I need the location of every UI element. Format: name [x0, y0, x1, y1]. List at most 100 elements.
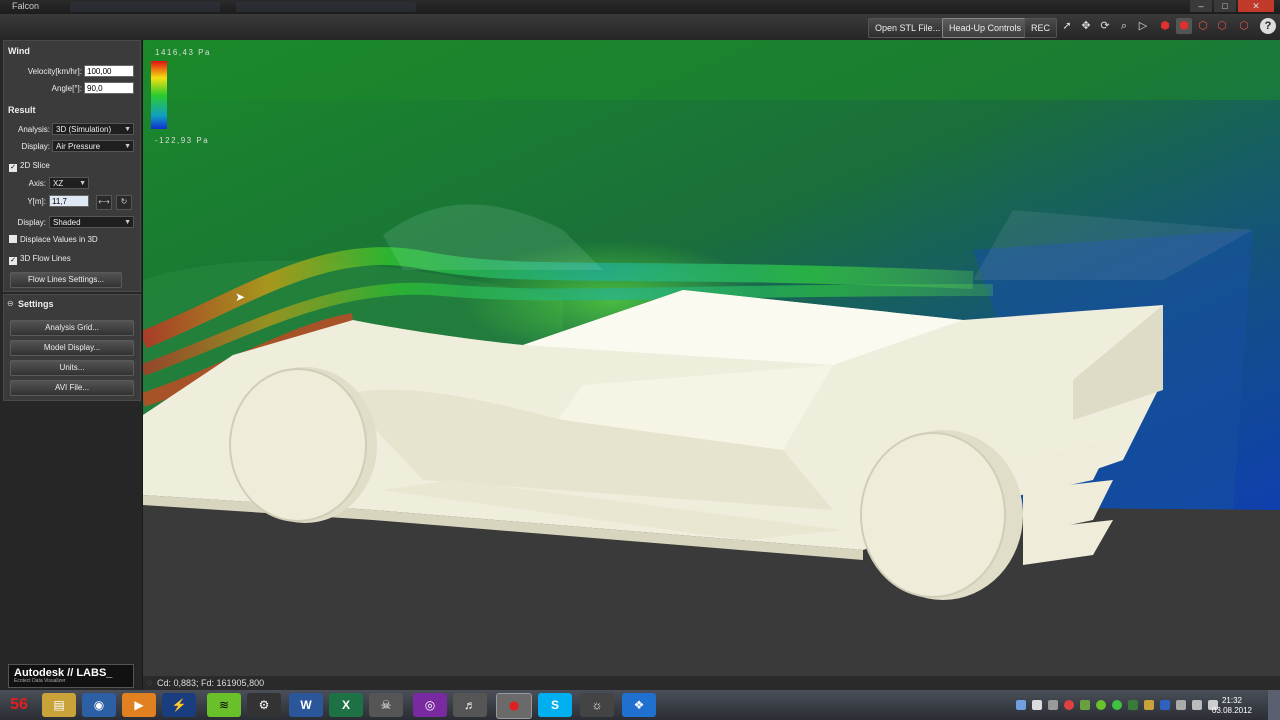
wind-section-title: Wind — [8, 46, 30, 56]
system-clock[interactable]: 21:32 03.08.2012 — [1212, 696, 1252, 716]
spotify-icon[interactable]: ≋ — [207, 693, 241, 717]
slider-icon[interactable]: ⟷ — [96, 195, 112, 210]
tray-icon[interactable] — [1096, 700, 1106, 710]
show-desktop-button[interactable] — [1268, 690, 1280, 720]
select-arrow-icon[interactable]: ➚ — [1059, 18, 1075, 34]
checkbox-empty-icon — [9, 235, 17, 243]
display2-select[interactable]: Shaded ▼ — [49, 216, 134, 228]
dashboard-icon[interactable]: ⚡ — [162, 693, 196, 717]
chevron-down-icon: ▼ — [124, 219, 131, 226]
falcon-icon[interactable]: ⬢ — [496, 693, 532, 719]
start-logo-icon[interactable]: 56 — [2, 693, 36, 717]
drag-coefficient-status: Cd: 0,883; Fd: 161905,800 — [157, 678, 265, 688]
tray-icon[interactable] — [1064, 700, 1074, 710]
displace-label: Displace Values in 3D — [20, 235, 98, 244]
open-stl-button[interactable]: Open STL File... — [868, 18, 948, 38]
axis-value: XZ — [53, 179, 64, 188]
displace-checkbox[interactable]: Displace Values in 3D — [9, 235, 98, 244]
tray-icon[interactable] — [1144, 700, 1154, 710]
zoom-icon[interactable]: ⌕ — [1116, 18, 1132, 34]
settings-section-title: Settings — [18, 299, 54, 309]
flowlines-checkbox[interactable]: ✓ 3D Flow Lines — [9, 254, 71, 265]
tray-icon[interactable] — [1128, 700, 1138, 710]
play-icon[interactable]: ▷ — [1135, 18, 1151, 34]
main-toolbar: Open STL File... Head-Up Controls REC ➚ … — [0, 14, 1280, 41]
autodesk-labs-logo: Autodesk // LABS_ Ecotect Data Visualize… — [8, 664, 134, 688]
cube-front-icon[interactable]: ⬡ — [1195, 18, 1211, 34]
left-sidebar: Wind Velocity[km/hr]: 100,00 Angle[°]: 9… — [0, 40, 142, 690]
flowlines-settings-button[interactable]: Flow Lines Settings... — [10, 272, 122, 288]
check-icon: ✓ — [9, 257, 17, 265]
status-bar: ◌ Cd: 0,883; Fd: 161905,800 — [143, 676, 1280, 690]
steam-alt-icon[interactable]: ☼ — [580, 693, 614, 717]
window-controls: – □ ✕ — [1190, 0, 1274, 12]
result-section-title: Result — [8, 105, 36, 115]
tray-icon[interactable] — [1080, 700, 1090, 710]
display-label: Display: — [21, 142, 50, 151]
rec-button[interactable]: REC — [1024, 18, 1058, 38]
analysis-select[interactable]: 3D (Simulation) ▼ — [52, 123, 134, 135]
excel-icon[interactable]: X — [329, 693, 363, 717]
velocity-label: Velocity[km/hr]: — [27, 67, 82, 76]
network-icon[interactable] — [1192, 700, 1202, 710]
analysis-panel: Wind Velocity[km/hr]: 100,00 Angle[°]: 9… — [3, 40, 141, 292]
steam-icon[interactable]: ⚙ — [247, 693, 281, 717]
axis-select[interactable]: XZ ▼ — [49, 177, 89, 189]
background-window-tab — [70, 2, 220, 12]
flag-icon[interactable] — [1176, 700, 1186, 710]
model-display-button[interactable]: Model Display... — [10, 340, 134, 356]
game-icon[interactable]: ☠ — [369, 693, 403, 717]
close-icon[interactable]: ✕ — [1238, 0, 1274, 12]
maximize-icon[interactable]: □ — [1214, 0, 1236, 12]
cube-red-icon[interactable]: ⬢ — [1157, 18, 1173, 34]
analysis-label: Analysis: — [17, 125, 50, 134]
cube-side-icon[interactable]: ⬡ — [1214, 18, 1230, 34]
cube-red-active-icon[interactable]: ⬢ — [1176, 18, 1192, 34]
status-icon: ◌ — [147, 678, 152, 687]
clock-time: 21:32 — [1221, 696, 1242, 705]
display-select[interactable]: Air Pressure ▼ — [52, 140, 134, 152]
angle-field[interactable]: 90,0 — [84, 82, 134, 94]
velocity-field[interactable]: 100,00 — [84, 65, 134, 77]
window-title: Falcon — [12, 1, 40, 11]
skype-icon[interactable]: S — [538, 693, 572, 717]
y-field[interactable]: 11,7 — [49, 195, 89, 207]
tor-icon[interactable]: ◎ — [413, 693, 447, 717]
tray-icon[interactable] — [1032, 700, 1042, 710]
winamp-icon[interactable]: ♬ — [453, 693, 487, 717]
minimize-icon[interactable]: – — [1190, 0, 1212, 12]
avi-file-button[interactable]: AVI File... — [10, 380, 134, 396]
firefox-icon[interactable]: ◉ — [82, 693, 116, 717]
analysis-grid-button[interactable]: Analysis Grid... — [10, 320, 134, 336]
word-icon[interactable]: W — [289, 693, 323, 717]
dropbox-icon[interactable]: ❖ — [622, 693, 656, 717]
headup-controls-button[interactable]: Head-Up Controls — [942, 18, 1029, 38]
units-button[interactable]: Units... — [10, 360, 134, 376]
legend-min-label: -122,93 Pa — [155, 136, 210, 145]
cube-iso-icon[interactable]: ⬡ — [1236, 18, 1252, 34]
display2-label: Display: — [17, 218, 46, 227]
tray-icon[interactable] — [1160, 700, 1170, 710]
3d-viewport[interactable]: 1416,43 Pa -122,93 Pa ➤ — [143, 40, 1280, 676]
flowlines-label: 3D Flow Lines — [20, 254, 71, 263]
logo-subtext: Ecotect Data Visualizer — [14, 678, 66, 684]
chevron-down-icon: ▼ — [79, 180, 86, 187]
collapse-icon[interactable]: ⊖ — [7, 299, 14, 308]
chevron-down-icon: ▼ — [124, 126, 131, 133]
explorer-icon[interactable]: ▤ — [42, 693, 76, 717]
slice2d-checkbox[interactable]: ✓ 2D Slice — [9, 161, 50, 172]
tray-icon[interactable] — [1112, 700, 1122, 710]
pan-icon[interactable]: ✥ — [1078, 18, 1094, 34]
media-player-icon[interactable]: ▶ — [122, 693, 156, 717]
help-icon[interactable]: ? — [1260, 18, 1276, 34]
tray-icon[interactable] — [1048, 700, 1058, 710]
simulation-render — [143, 40, 1280, 676]
orbit-icon[interactable]: ⟳ — [1097, 18, 1113, 34]
refresh-icon[interactable]: ↻ — [116, 195, 132, 210]
analysis-value: 3D (Simulation) — [56, 125, 112, 134]
tray-icon[interactable] — [1016, 700, 1026, 710]
background-window-tab — [236, 2, 416, 12]
check-icon: ✓ — [9, 164, 17, 172]
slice2d-label: 2D Slice — [20, 161, 50, 170]
angle-label: Angle[°]: — [51, 84, 82, 93]
